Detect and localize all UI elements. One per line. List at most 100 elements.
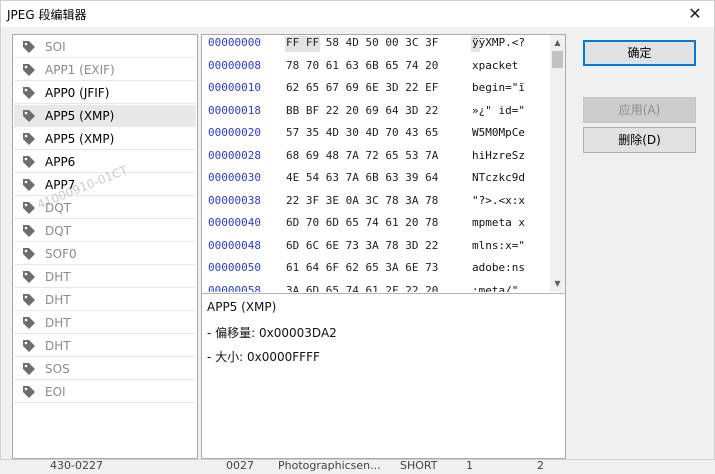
segment-label: SOS (45, 362, 70, 376)
segment-item[interactable]: SOF0 (14, 243, 196, 265)
tag-icon (22, 339, 36, 353)
segment-item[interactable]: DHT (14, 335, 196, 357)
segment-item[interactable]: SOS (14, 358, 196, 380)
hex-offset: 00000010 (208, 81, 261, 94)
segment-item[interactable]: DHT (14, 266, 196, 288)
hex-row: 00000008 78 70 61 63 6B 65 74 20 xpacket (202, 58, 552, 80)
segment-label: DHT (45, 339, 71, 353)
segment-label: APP5 (XMP) (45, 109, 115, 123)
segment-label: DHT (45, 270, 71, 284)
detail-size: - 大小: 0x0000FFFF (207, 350, 320, 364)
tag-icon (22, 155, 36, 169)
hex-editor-panel: 0000006822 58 4D 50 20 43 6F 72"XMP Cor0… (201, 34, 566, 459)
tag-icon (22, 132, 36, 146)
hex-row: 00000058 3A 6D 65 74 61 2F 22 20 :meta/" (202, 283, 552, 293)
hex-ascii: W5M0MpCe (472, 126, 525, 139)
tag-icon (22, 63, 36, 77)
segment-item[interactable]: SOI (14, 36, 196, 58)
hex-row: 00000010 62 65 67 69 6E 3D 22 EF begin="ï (202, 80, 552, 102)
ok-button[interactable]: 确定 (583, 40, 696, 66)
hex-scrollbar[interactable]: ▲ ▼ (550, 35, 565, 292)
segment-item[interactable]: APP5 (XMP) (14, 128, 196, 150)
hex-offset: 00000058 (208, 283, 261, 293)
background-text: 430-0227 (50, 459, 103, 472)
hex-bytes: FF FF 58 4D 50 00 3C 3F (286, 36, 439, 49)
hex-bytes: 68 69 48 7A 72 65 53 7A (286, 148, 439, 162)
background-text: 2 (537, 459, 544, 472)
background-text: 1 (466, 459, 473, 472)
hex-ascii: xpacket (472, 58, 525, 72)
segment-label: APP6 (45, 155, 76, 169)
segment-label: DHT (45, 316, 71, 330)
hex-ascii: ÿÿXMP.<? (472, 36, 525, 49)
hex-bytes: 62 65 67 69 6E 3D 22 EF (286, 81, 439, 94)
segment-item[interactable]: APP5 (XMP) (14, 105, 196, 127)
tag-icon (22, 362, 36, 376)
hex-ascii: NTczkc9d (472, 171, 525, 184)
hex-ascii: adobe:ns (472, 261, 525, 274)
hex-row: 00000020 57 35 4D 30 4D 70 43 65 W5M0MpCe (202, 125, 552, 147)
scroll-up-icon[interactable]: ▲ (550, 36, 565, 50)
hex-bytes: 22 3F 3E 0A 3C 78 3A 78 (286, 193, 439, 207)
segment-item[interactable]: EOI (14, 381, 196, 403)
hex-offset: 00000018 (208, 103, 261, 117)
hex-bytes: 3A 6D 65 74 61 2F 22 20 (286, 283, 439, 293)
segment-list[interactable]: SOI APP1 (EXIF) APP0 (JFIF) APP5 (XMP) APP5 … (12, 34, 198, 459)
tag-icon (22, 316, 36, 330)
detail-segment-name: APP5 (XMP) (207, 300, 277, 314)
segment-item[interactable]: APP1 (EXIF) (14, 59, 196, 81)
tag-icon (22, 201, 36, 215)
scroll-down-icon[interactable]: ▼ (550, 277, 565, 291)
hex-row: 00000038 22 3F 3E 0A 3C 78 3A 78 "?>.<x:x (202, 193, 552, 215)
delete-button[interactable]: 删除(D) (583, 127, 696, 153)
segment-item[interactable]: DHT (14, 289, 196, 311)
segment-label: APP0 (JFIF) (45, 86, 110, 100)
tag-icon (22, 247, 36, 261)
hex-offset: 00000038 (208, 193, 261, 207)
segment-item[interactable]: DQT (14, 220, 196, 242)
tag-icon (22, 270, 36, 284)
hex-offset: 00000030 (208, 171, 261, 184)
hex-offset: 00000028 (208, 148, 261, 162)
hex-bytes: 57 35 4D 30 4D 70 43 65 (286, 126, 439, 139)
segment-label: SOI (45, 40, 66, 54)
hex-bytes: 4E 54 63 7A 6B 63 39 64 (286, 171, 439, 184)
segment-item[interactable]: APP0 (JFIF) (14, 82, 196, 104)
hex-bytes: 6D 70 6D 65 74 61 20 78 (286, 216, 439, 229)
hex-ascii: mpmeta x (472, 216, 525, 229)
hex-offset: 00000020 (208, 126, 261, 139)
scroll-thumb[interactable] (552, 51, 563, 68)
hex-ascii: »¿" id=" (472, 103, 525, 117)
hex-row: 00000030 4E 54 63 7A 6B 63 39 64 NTczkc9d (202, 170, 552, 192)
window-title: JPEG 段编辑器 (7, 8, 87, 22)
close-icon[interactable]: ✕ (682, 3, 708, 25)
background-window-row: 430-0227 0027 Photographicsen... SHORT 1… (0, 458, 715, 474)
hex-row: 00000040 6D 70 6D 65 74 61 20 78 mpmeta x (202, 215, 552, 237)
segment-label: APP1 (EXIF) (45, 63, 115, 77)
apply-button[interactable]: 应用(A) (583, 97, 696, 123)
hex-ascii: :meta/" (472, 283, 525, 293)
hex-offset: 00000000 (208, 36, 261, 49)
hex-bytes: 78 70 61 63 6B 65 74 20 (286, 58, 439, 72)
hex-bytes: BB BF 22 20 69 64 3D 22 (286, 103, 439, 117)
tag-icon (22, 385, 36, 399)
hex-offset: 00000048 (208, 238, 261, 252)
background-text: Photographicsen... (278, 459, 381, 472)
hex-view[interactable]: 0000006822 58 4D 50 20 43 6F 72"XMP Cor0… (202, 35, 565, 292)
segment-label: DHT (45, 293, 71, 307)
hex-ascii: "?>.<x:x (472, 193, 525, 207)
tag-icon (22, 178, 36, 192)
hex-ascii: begin="ï (472, 81, 525, 94)
hex-bytes: 61 64 6F 62 65 3A 6E 73 (286, 261, 439, 274)
hex-offset: 00000008 (208, 58, 261, 72)
hex-row: 00000050 61 64 6F 62 65 3A 6E 73 adobe:ns (202, 260, 552, 282)
hex-bytes: 6D 6C 6E 73 3A 78 3D 22 (286, 238, 439, 252)
background-text: 0027 (226, 459, 254, 472)
tag-icon (22, 40, 36, 54)
tag-icon (22, 224, 36, 238)
jpeg-segment-editor-dialog: JPEG 段编辑器 ✕ SOI APP1 (EXIF) APP0 (JFIF) APP… (0, 0, 715, 460)
segment-item[interactable]: DHT (14, 312, 196, 334)
hex-row: 00000000 FF FF 58 4D 50 00 3C 3F ÿÿXMP.<? (202, 35, 552, 57)
hex-row: 00000018 BB BF 22 20 69 64 3D 22 »¿" id=" (202, 103, 552, 125)
tag-icon (22, 109, 36, 123)
